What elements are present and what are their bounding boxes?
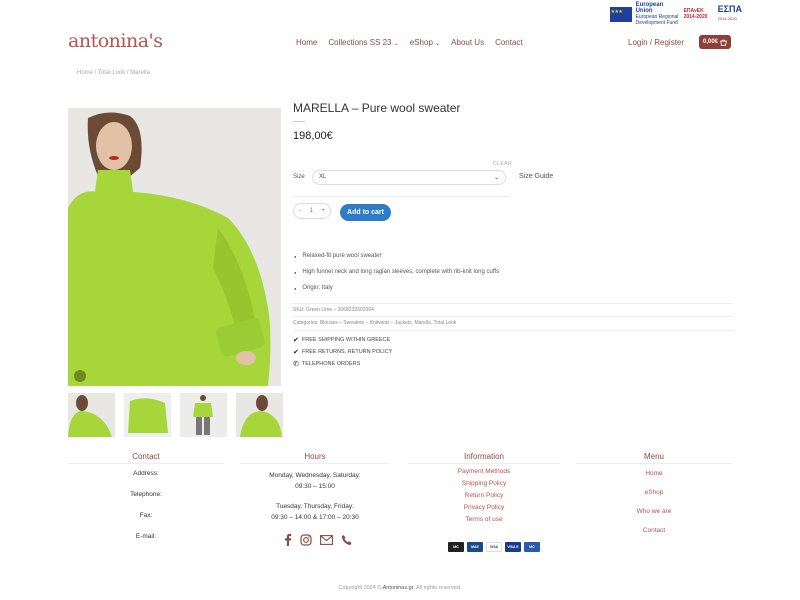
footer-hours: Hours Monday, Wednesday, Saturday: 09:30… xyxy=(240,452,390,523)
shipping-perks: ✔ FREE SHIPPING WITHIN GREECE ✔ FREE RETUR… xyxy=(293,336,392,372)
nav-about[interactable]: About Us xyxy=(451,38,484,47)
perk-item: ✆ TELEPHONE ORDERS xyxy=(293,361,361,368)
payment-methods-link[interactable]: Payment Methods xyxy=(408,468,560,475)
mastercard-blue-icon: MC xyxy=(524,542,540,552)
perk-item: ✔ FREE RETURNS, RETURN POLICY xyxy=(293,349,393,356)
footer-menu-title: Menu xyxy=(576,452,732,464)
maestro-icon: MAE xyxy=(467,542,483,552)
product-main-image[interactable] xyxy=(68,108,281,386)
divider xyxy=(293,316,733,317)
footer-menu: Menu Home eShop Who we are Contact xyxy=(576,452,732,534)
footer-hours-title: Hours xyxy=(240,452,390,464)
privacy-policy-link[interactable]: Privacy Policy xyxy=(408,504,560,511)
hours-line: Tuesday, Thursday, Friday: xyxy=(276,503,354,510)
size-select[interactable]: XL ⌄ xyxy=(312,170,506,185)
contact-address: Address: xyxy=(133,470,159,477)
clear-selection-link[interactable]: CLEAR xyxy=(493,161,512,167)
phone-icon[interactable] xyxy=(341,534,353,546)
divider xyxy=(293,303,733,304)
hours-line: 09:30 – 14:00 & 17:00 – 20:30 xyxy=(271,514,359,521)
product-title: MARELLA – Pure wool sweater xyxy=(293,101,461,115)
footer-menu-eshop[interactable]: eShop xyxy=(576,489,732,496)
checkmark-icon: ✔ xyxy=(293,337,299,344)
product-features: Relaxed-fit pure wool sweater High funne… xyxy=(294,253,499,301)
chevron-down-icon: ⌄ xyxy=(493,175,499,181)
product-sku: SKU: Green Lime – 3068232602004 xyxy=(293,307,374,313)
cart-button[interactable]: 0,00€ xyxy=(699,35,731,49)
feature-item: Origin: Italy xyxy=(294,285,499,292)
contact-telephone: Telephone: xyxy=(130,491,162,498)
size-selected-value: XL xyxy=(319,174,327,180)
product-categories[interactable]: Categories: Blouses – Sweaters – Knitwea… xyxy=(293,320,456,326)
breadcrumb[interactable]: Home / Total Look / Marella xyxy=(77,70,150,76)
feature-item: High funnel neck and long raglan sleeves… xyxy=(294,269,499,276)
footer-menu-contact[interactable]: Contact xyxy=(576,527,732,534)
quantity-increase[interactable]: + xyxy=(321,208,325,214)
title-divider xyxy=(293,121,305,122)
site-logo[interactable]: antonina's xyxy=(68,30,163,52)
footer-menu-home[interactable]: Home xyxy=(576,470,732,477)
shipping-policy-link[interactable]: Shipping Policy xyxy=(408,480,560,487)
visa-electron-icon: VISA E xyxy=(505,542,521,552)
contact-email: E-mail: xyxy=(135,533,157,540)
thumbnail-2[interactable] xyxy=(124,393,171,437)
checkmark-icon: ✔ xyxy=(293,349,299,356)
copyright: Copyright 2024 © Antoninas.gr. All right… xyxy=(338,585,462,591)
return-policy-link[interactable]: Return Policy xyxy=(408,492,560,499)
payment-cards: MC MAE VISA VISA E MC xyxy=(448,542,540,552)
footer-contact-title: Contact xyxy=(68,452,224,464)
add-to-cart-button[interactable]: Add to cart xyxy=(340,204,391,221)
nav-eshop[interactable]: eShop ⌄ xyxy=(410,38,440,47)
eu-text: European Union European Regional Developm… xyxy=(635,2,679,26)
mastercard-icon: MC xyxy=(448,542,464,552)
hours-line: 09:30 – 15:00 xyxy=(295,483,335,490)
divider xyxy=(293,330,733,331)
feature-item: Relaxed-fit pure wool sweater xyxy=(294,253,499,260)
login-register-link[interactable]: Login / Register xyxy=(628,38,684,47)
chevron-down-icon: ⌄ xyxy=(393,41,399,47)
facebook-icon[interactable] xyxy=(283,533,292,546)
main-nav: Home Collections SS 23 ⌄ eShop ⌄ About U… xyxy=(296,38,523,47)
quantity-decrease[interactable]: - xyxy=(299,208,301,214)
contact-fax: Fax: xyxy=(139,512,153,519)
chevron-down-icon: ⌄ xyxy=(435,41,441,47)
visa-icon: VISA xyxy=(486,542,502,552)
hours-line: Monday, Wednesday, Saturday: xyxy=(269,472,361,479)
instagram-icon[interactable] xyxy=(300,533,312,546)
quantity-value[interactable]: 1 xyxy=(310,208,313,214)
perk-item: ✔ FREE SHIPPING WITHIN GREECE xyxy=(293,337,391,344)
nav-contact[interactable]: Contact xyxy=(495,38,523,47)
product-thumbnails xyxy=(68,393,283,437)
social-icons xyxy=(283,533,353,546)
epanek-logo: ΕΠΑνΕΚ 2014-2020 xyxy=(683,8,708,20)
eu-flag-icon xyxy=(609,6,632,22)
espa-logo: ΕΣΠΑ 2014-2020 xyxy=(717,4,742,22)
phone-icon: ✆ xyxy=(293,361,299,368)
size-label: Size xyxy=(293,174,305,180)
email-icon[interactable] xyxy=(320,534,333,545)
footer-information-title: Information xyxy=(408,452,560,464)
copyright-brand-link[interactable]: Antoninas.gr xyxy=(383,585,414,591)
terms-link[interactable]: Terms of use xyxy=(408,516,560,523)
size-guide-link[interactable]: Size Guide xyxy=(519,173,553,180)
footer-contact: Contact Address: Telephone: Fax: E-mail: xyxy=(68,452,224,540)
footer-information: Information Payment Methods Shipping Pol… xyxy=(408,452,560,523)
variation-divider xyxy=(293,196,510,197)
nav-home[interactable]: Home xyxy=(296,38,317,47)
product-price: 198,00€ xyxy=(293,130,333,142)
thumbnail-1[interactable] xyxy=(68,393,115,437)
cart-icon xyxy=(720,39,727,46)
eu-funding-banner: European UnionEuropean Regional Developm… xyxy=(609,2,742,26)
quantity-stepper: - 1 + xyxy=(293,203,331,219)
footer-menu-who-we-are[interactable]: Who we are xyxy=(576,508,732,515)
thumbnail-3[interactable] xyxy=(180,393,227,437)
thumbnail-4[interactable] xyxy=(236,393,283,437)
nav-collections[interactable]: Collections SS 23 ⌄ xyxy=(328,38,398,47)
cart-total: 0,00€ xyxy=(702,39,718,45)
